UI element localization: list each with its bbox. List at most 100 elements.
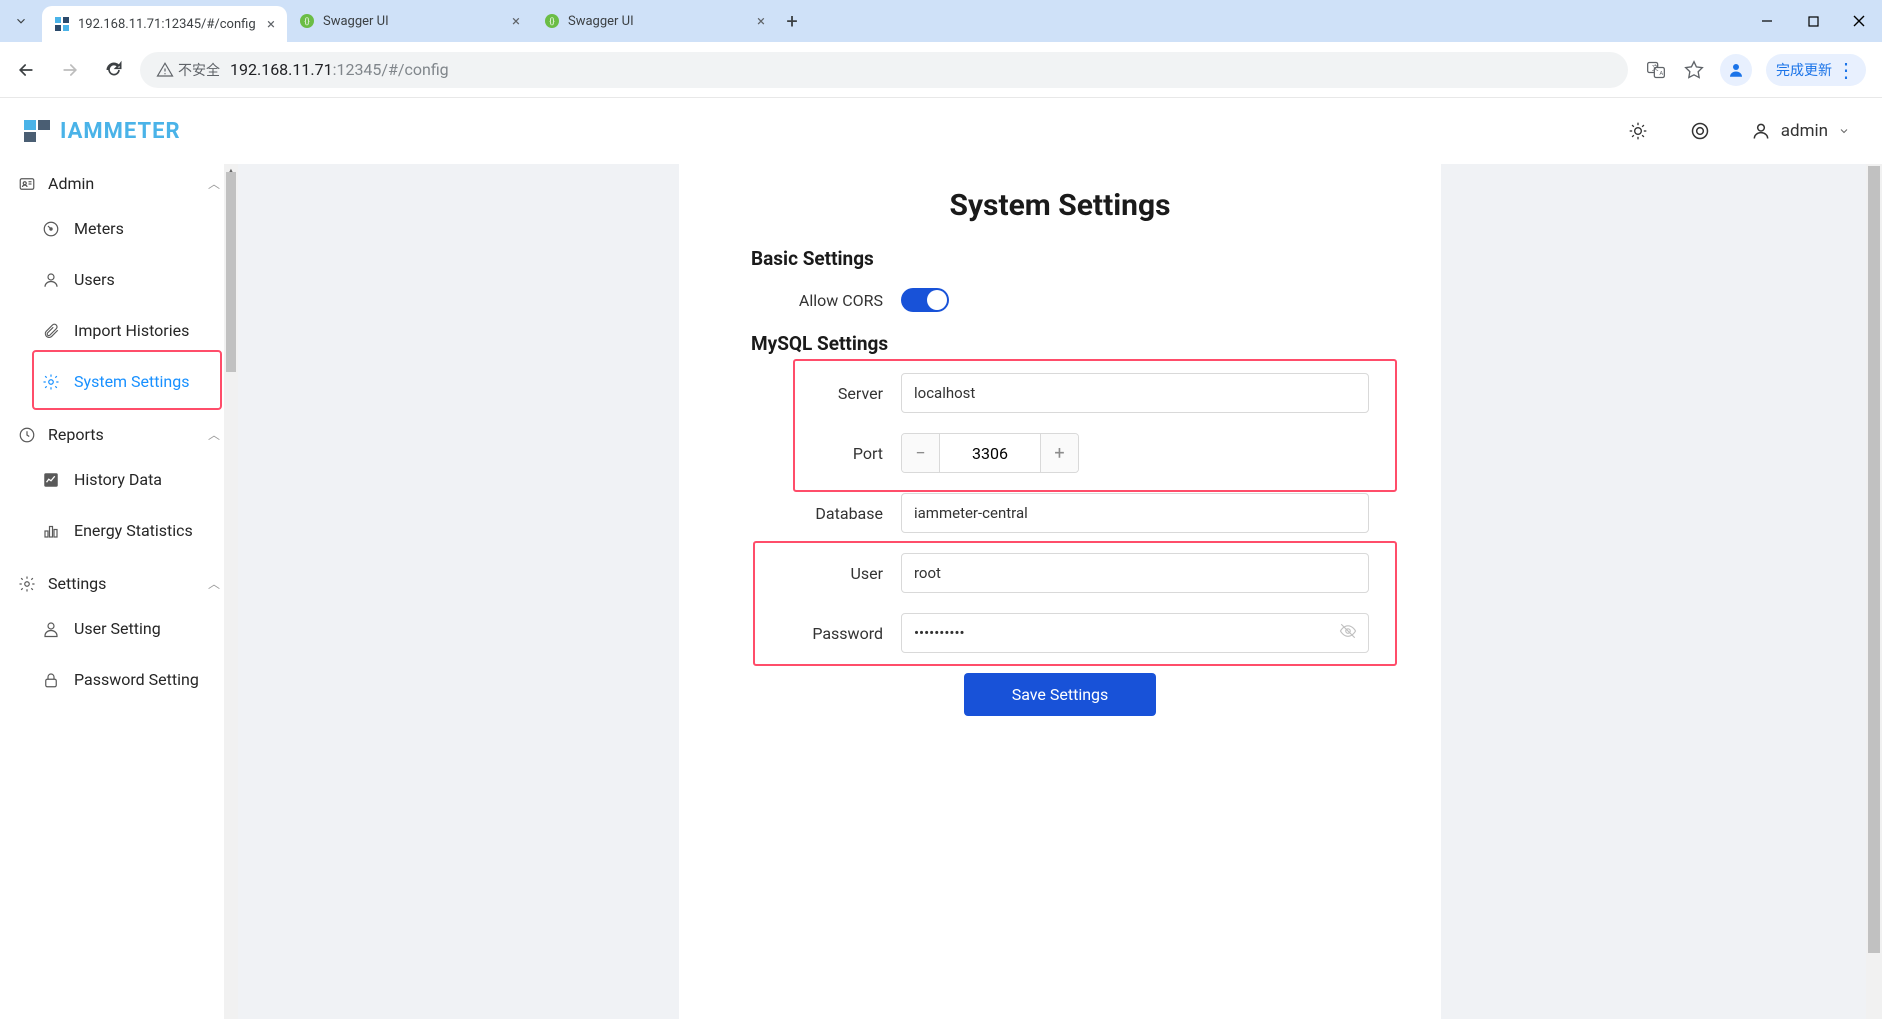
app-header: IAMMETER admin [0,98,1882,164]
nav-group-settings[interactable]: Settings ︿ [0,556,238,603]
url-text: 192.168.11.71:12345/#/config [230,60,449,79]
chevron-down-icon [1838,125,1850,137]
brand-logo[interactable]: IAMMETER [24,116,181,146]
user-input[interactable] [901,553,1369,593]
nav-forward-button[interactable] [52,52,88,88]
port-stepper: − + [901,433,1079,473]
brand-name: IAMMETER [60,119,181,144]
reload-icon [104,60,124,80]
toggle-knob [927,290,947,310]
page-title: System Settings [751,188,1369,223]
svg-text:{}: {} [549,17,555,26]
new-tab-button[interactable]: + [777,0,807,42]
swagger-favicon-icon: {} [544,13,560,29]
svg-text:{}: {} [304,17,310,26]
tab-title: Swagger UI [568,14,634,29]
chevron-down-icon [14,14,28,28]
sidebar-item-energy-statistics[interactable]: Energy Statistics [0,505,238,556]
sidebar-item-users[interactable]: Users [0,254,238,305]
profile-button[interactable] [1720,54,1752,86]
settings-panel: System Settings Basic Settings Allow COR… [679,164,1441,1019]
chart-line-icon [42,471,60,489]
eye-off-icon[interactable] [1339,622,1357,644]
chevron-up-icon: ︿ [208,426,220,443]
port-decrement-button[interactable]: − [902,434,940,472]
gauge-icon [42,220,60,238]
tab-title: Swagger UI [323,14,389,29]
sidebar-item-import-histories[interactable]: Import Histories [0,305,238,356]
circle-target-icon [1690,121,1710,141]
window-close-button[interactable] [1836,0,1882,42]
scrollbar-thumb[interactable] [226,172,236,372]
port-label: Port [751,444,901,463]
tab-title: 192.168.11.71:12345/#/config [78,17,256,32]
server-label: Server [751,384,901,403]
password-label: Password [751,624,901,643]
user-label: User [751,564,901,583]
arrow-right-icon [60,60,80,80]
swagger-favicon-icon: {} [299,13,315,29]
tab-favicon-icon [54,16,70,32]
content-scrollbar[interactable] [1866,164,1882,1019]
svg-text:A: A [1659,71,1663,77]
security-warning-icon: 不安全 [156,60,220,80]
nav-group-admin[interactable]: Admin ︿ [0,164,238,203]
sidebar-item-user-setting[interactable]: User Setting [0,603,238,654]
browser-tab-strip: 192.168.11.71:12345/#/config × {} Swagge… [0,0,1882,42]
port-input[interactable] [940,434,1040,472]
translate-icon[interactable]: 文A [1644,58,1668,82]
chevron-up-icon: ︿ [208,175,220,192]
person-icon [42,271,60,289]
user-menu[interactable]: admin [1751,121,1850,141]
person-icon [1751,121,1771,141]
tab-close-button[interactable]: × [757,12,765,30]
scrollbar-thumb[interactable] [1868,166,1880,953]
browser-tab[interactable]: {} Swagger UI × [287,0,532,42]
update-browser-button[interactable]: 完成更新⋮ [1766,54,1866,86]
main-content: System Settings Basic Settings Allow COR… [238,164,1882,1019]
sidebar-item-system-settings[interactable]: System Settings [0,356,238,407]
lock-icon [42,671,60,689]
theme-toggle-button[interactable] [1627,120,1649,142]
database-input[interactable] [901,493,1369,533]
database-label: Database [751,504,901,523]
bookmark-star-icon[interactable] [1682,58,1706,82]
browser-tab[interactable]: {} Swagger UI × [532,0,777,42]
username-label: admin [1781,121,1828,141]
settings-help-button[interactable] [1689,120,1711,142]
svg-text:文: 文 [1652,63,1659,72]
person-icon [1727,61,1745,79]
nav-group-reports[interactable]: Reports ︿ [0,407,238,454]
paperclip-icon [42,322,60,340]
bar-chart-icon [42,522,60,540]
logo-icon [24,116,54,146]
chevron-up-icon: ︿ [208,575,220,592]
clock-icon [18,426,36,444]
sidebar-item-history-data[interactable]: History Data [0,454,238,505]
section-basic-title: Basic Settings [751,247,1369,270]
id-card-icon [18,175,36,193]
tab-search-dropdown[interactable] [0,0,42,42]
sidebar-item-password-setting[interactable]: Password Setting [0,654,238,705]
nav-reload-button[interactable] [96,52,132,88]
server-input[interactable] [901,373,1369,413]
browser-tab-active[interactable]: 192.168.11.71:12345/#/config × [42,6,287,42]
url-input[interactable]: 不安全 192.168.11.71:12345/#/config [140,52,1628,88]
port-increment-button[interactable]: + [1040,434,1078,472]
save-settings-button[interactable]: Save Settings [964,673,1157,716]
window-controls [1744,0,1882,42]
arrow-left-icon [16,60,36,80]
person-solid-icon [42,620,60,638]
password-input[interactable] [901,613,1369,653]
allow-cors-label: Allow CORS [751,291,901,310]
tab-close-button[interactable]: × [267,15,275,33]
window-maximize-button[interactable] [1790,0,1836,42]
window-minimize-button[interactable] [1744,0,1790,42]
tab-close-button[interactable]: × [512,12,520,30]
sidebar-scrollbar[interactable]: ▲ [224,164,238,1019]
nav-back-button[interactable] [8,52,44,88]
allow-cors-toggle[interactable] [901,288,949,312]
browser-address-bar: 不安全 192.168.11.71:12345/#/config 文A 完成更新… [0,42,1882,98]
gear-icon [18,575,36,593]
sidebar-item-meters[interactable]: Meters [0,203,238,254]
